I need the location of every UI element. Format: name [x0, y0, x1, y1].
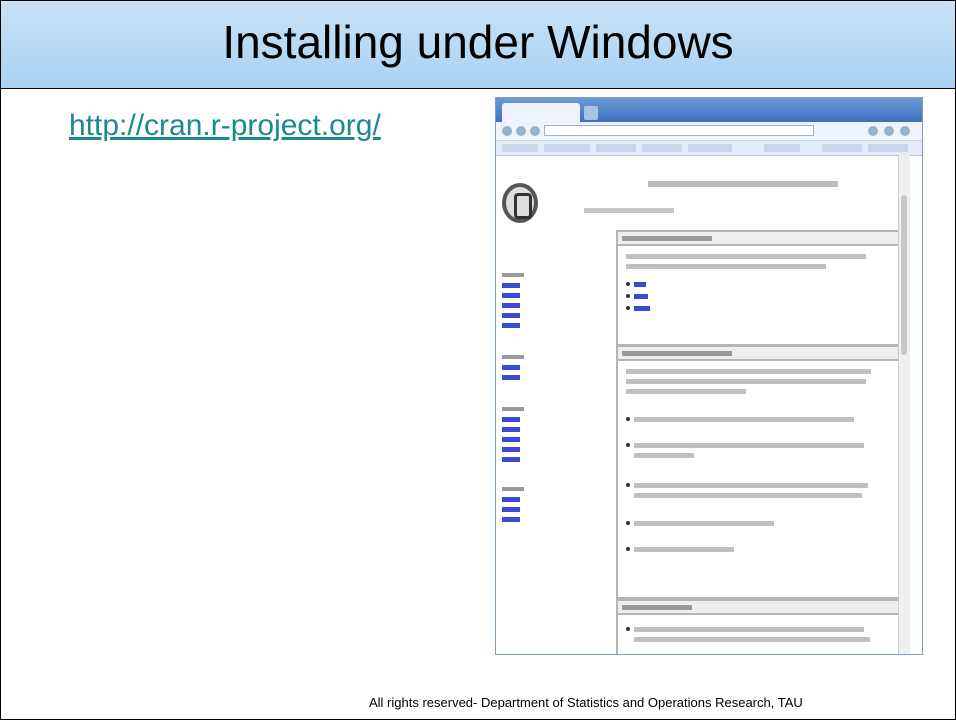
wrench-icon [900, 126, 910, 136]
reload-icon [530, 126, 540, 136]
slide-title: Installing under Windows [222, 16, 734, 68]
page-main [576, 155, 910, 654]
browser-navbar [496, 122, 922, 141]
questions-box [616, 599, 910, 654]
browser-page [496, 155, 922, 654]
browser-screenshot [495, 97, 923, 655]
title-bar: Installing under Windows [1, 1, 955, 89]
address-bar [544, 125, 814, 136]
forward-icon [516, 126, 526, 136]
cran-link[interactable]: http://cran.r-project.org/ [69, 109, 381, 143]
footer-text: All rights reserved- Department of Stati… [369, 695, 803, 710]
scrollbar [898, 155, 910, 654]
bookmarks-bar [496, 141, 922, 156]
slide: Installing under Windows http://cran.r-p… [0, 0, 956, 720]
page-icon [884, 126, 894, 136]
browser-tab-strip [496, 98, 922, 122]
source-box [616, 345, 910, 599]
page-sidebar [496, 155, 576, 654]
browser-tab [502, 103, 580, 122]
r-logo-icon [502, 183, 538, 223]
back-icon [502, 126, 512, 136]
download-box [616, 230, 910, 346]
star-icon [868, 126, 878, 136]
new-tab-icon [584, 106, 598, 120]
